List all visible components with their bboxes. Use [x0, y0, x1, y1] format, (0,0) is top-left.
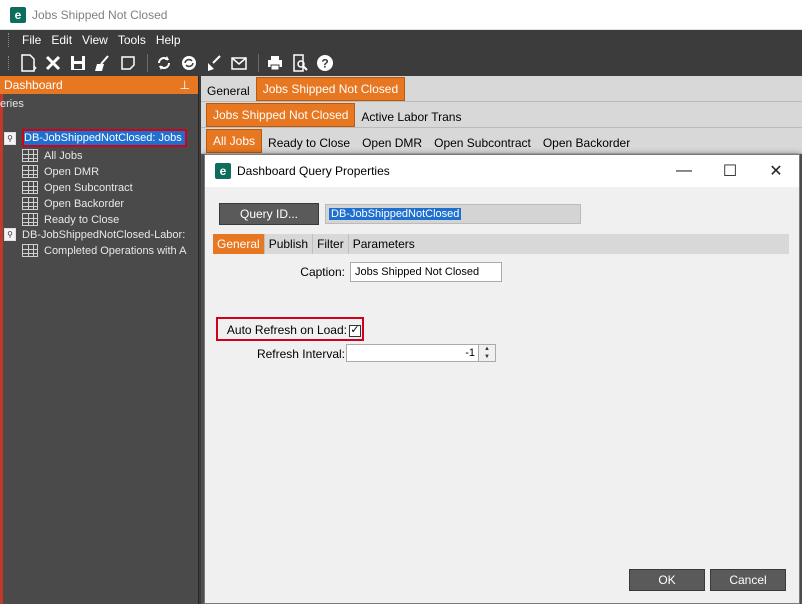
epicor-logo-icon: e — [10, 6, 26, 23]
dialog-body: Query ID... DB-JobShippedNotClosed Gener… — [205, 187, 799, 603]
window-titlebar: e Jobs Shipped Not Closed — [0, 0, 802, 30]
query-id-button[interactable]: Query ID... — [219, 203, 319, 225]
delete-icon[interactable] — [42, 52, 64, 74]
toolbar-grip-icon — [8, 56, 11, 70]
caption-label: Caption: — [300, 265, 345, 279]
print-icon[interactable] — [264, 52, 286, 74]
epicor-logo-icon: e — [215, 163, 231, 179]
grid-icon — [22, 165, 38, 178]
refresh-interval-label: Refresh Interval: — [256, 347, 345, 361]
svg-text:?: ? — [321, 57, 328, 71]
tab-row-2: Jobs Shipped Not Closed Active Labor Tra… — [201, 102, 802, 128]
tree-item-label: Open Backorder — [44, 197, 125, 210]
minimize-icon[interactable]: — — [661, 155, 707, 187]
menu-view[interactable]: View — [77, 33, 113, 47]
dialog-tab-general[interactable]: General — [213, 234, 265, 254]
tree-item-label: Completed Operations with A — [44, 244, 187, 257]
query-id-field[interactable]: DB-JobShippedNotClosed — [325, 204, 581, 224]
pin-icon[interactable]: ⊥ — [180, 78, 190, 92]
toolbar-separator — [258, 54, 259, 72]
auto-refresh-checkbox-wrap: ✓ — [347, 322, 361, 337]
tab-all-jobs[interactable]: All Jobs — [206, 129, 263, 153]
general-tab-content: Caption: Jobs Shipped Not Closed Auto Re… — [213, 254, 789, 585]
ok-button[interactable]: OK — [629, 569, 705, 591]
grid-icon — [22, 197, 38, 210]
toolbar: ? — [0, 50, 802, 76]
spin-up-icon[interactable]: ▲ — [479, 345, 495, 353]
refresh-interval-value: -1 — [465, 347, 475, 359]
query-id-value: DB-JobShippedNotClosed — [329, 208, 462, 220]
tree-item-label: DB-JobShippedNotClosed-Labor: — [22, 228, 186, 241]
tree-item-ready-to-close[interactable]: Ready to Close — [22, 213, 119, 226]
menu-tools[interactable]: Tools — [113, 33, 151, 47]
tab-jobs-shipped-not-closed[interactable]: Jobs Shipped Not Closed — [255, 77, 406, 101]
close-icon[interactable]: ✕ — [753, 155, 799, 187]
dashboard-panel-header: Dashboard ⊥ — [0, 76, 198, 94]
tree-item-open-dmr[interactable]: Open DMR — [22, 165, 99, 178]
tree-item-query-labor[interactable]: ⚲ DB-JobShippedNotClosed-Labor: — [4, 228, 185, 241]
broom-icon[interactable] — [203, 52, 225, 74]
tree-item-label: Open Subcontract — [44, 181, 133, 194]
menu-file[interactable]: File — [17, 33, 46, 47]
dialog-tab-parameters[interactable]: Parameters — [349, 234, 419, 254]
tree-item-label: Ready to Close — [44, 213, 120, 226]
tab-open-subcontract[interactable]: Open Subcontract — [428, 133, 537, 153]
tab-jobs-shipped-not-closed-sub[interactable]: Jobs Shipped Not Closed — [206, 103, 356, 127]
tree-item-open-backorder[interactable]: Open Backorder — [22, 197, 124, 210]
dialog-titlebar: e Dashboard Query Properties — ☐ ✕ — [205, 155, 799, 187]
maximize-icon[interactable]: ☐ — [707, 155, 753, 187]
panel-edge-marker — [0, 94, 3, 604]
auto-refresh-checkbox[interactable]: ✓ — [349, 324, 361, 337]
tree-item-open-subcontract[interactable]: Open Subcontract — [22, 181, 133, 194]
refresh-icon[interactable] — [153, 52, 175, 74]
auto-refresh-label: Auto Refresh on Load: — [226, 323, 347, 337]
grid-icon — [22, 149, 38, 162]
clear-icon[interactable] — [92, 52, 114, 74]
dialog-tabs: General Publish Filter Parameters — [213, 234, 789, 254]
tree-section-queries: eries — [0, 98, 24, 110]
menu-help[interactable]: Help — [151, 33, 186, 47]
tree-item-label: Open DMR — [44, 165, 100, 178]
menu-edit[interactable]: Edit — [46, 33, 77, 47]
tree-item-query-jobs[interactable]: ⚲ DB-JobShippedNotClosed: Jobs — [4, 129, 187, 147]
email-icon[interactable] — [228, 52, 250, 74]
sync-icon[interactable] — [178, 52, 200, 74]
blank-icon[interactable] — [117, 52, 139, 74]
tab-general[interactable]: General — [201, 81, 256, 101]
grid-icon — [22, 181, 38, 194]
cancel-button[interactable]: Cancel — [710, 569, 786, 591]
dialog-title: Dashboard Query Properties — [237, 164, 390, 178]
tree-item-label: DB-JobShippedNotClosed: Jobs — [22, 129, 187, 147]
tab-active-labor-trans[interactable]: Active Labor Trans — [355, 107, 467, 127]
grid-icon — [22, 213, 38, 226]
tab-row-3: All Jobs Ready to Close Open DMR Open Su… — [201, 128, 802, 154]
dashboard-query-properties-dialog: e Dashboard Query Properties — ☐ ✕ Query… — [204, 154, 800, 604]
help-icon[interactable]: ? — [314, 52, 336, 74]
tab-open-backorder[interactable]: Open Backorder — [537, 133, 636, 153]
tree-item-completed-operations[interactable]: Completed Operations with A — [22, 244, 186, 257]
save-icon[interactable] — [67, 52, 89, 74]
spin-down-icon[interactable]: ▼ — [479, 353, 495, 361]
query-icon: ⚲ — [4, 228, 16, 241]
grid-icon — [22, 244, 38, 257]
dashboard-tree-panel: Dashboard ⊥ eries ⚲ DB-JobShippedNotClos… — [0, 76, 199, 604]
tree-item-label: All Jobs — [44, 149, 83, 162]
tab-row-1: General Jobs Shipped Not Closed — [201, 76, 802, 102]
dialog-tab-filter[interactable]: Filter — [313, 234, 349, 254]
spinner-buttons: ▲ ▼ — [478, 345, 495, 361]
new-icon[interactable] — [17, 52, 39, 74]
dialog-tab-publish[interactable]: Publish — [265, 234, 314, 254]
print-preview-icon[interactable] — [289, 52, 311, 74]
window-title: Jobs Shipped Not Closed — [32, 7, 168, 22]
tree-item-all-jobs[interactable]: All Jobs — [22, 149, 83, 162]
menu-grip-icon — [8, 33, 11, 47]
menu-bar: File Edit View Tools Help — [0, 30, 802, 50]
dashboard-panel-title: Dashboard — [4, 78, 63, 92]
refresh-interval-spinner[interactable]: -1 ▲ ▼ — [346, 344, 496, 362]
tab-open-dmr[interactable]: Open DMR — [356, 133, 428, 153]
toolbar-separator — [147, 54, 148, 72]
tab-ready-to-close[interactable]: Ready to Close — [262, 133, 356, 153]
query-icon: ⚲ — [4, 131, 16, 145]
caption-input[interactable]: Jobs Shipped Not Closed — [350, 262, 502, 282]
